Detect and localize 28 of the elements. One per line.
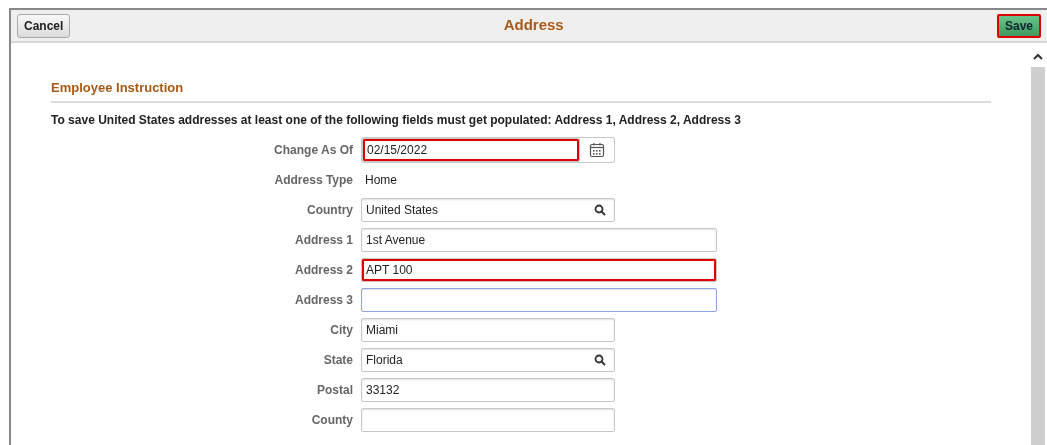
lookup-field[interactable]: Florida [361,348,615,372]
lookup-field[interactable]: United States [361,198,615,222]
calendar-icon[interactable] [589,142,605,158]
input-field[interactable]: Miami [361,318,615,342]
field-label: Address Type [274,172,353,189]
search-icon[interactable] [594,354,606,366]
input-field[interactable]: 1st Avenue [361,228,717,252]
field-label: City [330,322,353,339]
field-label: Address 2 [294,262,353,279]
field-label: State [323,352,353,369]
search-icon[interactable] [594,204,606,216]
field-label: County [311,412,353,429]
input-field[interactable]: APT 100 [361,258,717,282]
field-label: Address 1 [294,232,353,249]
input-field[interactable] [361,288,717,312]
input-field[interactable]: 33132 [361,378,615,402]
save-button[interactable]: Save [996,13,1041,38]
cancel-button[interactable]: Cancel [17,13,71,38]
dialog-title: Address [503,15,564,36]
field-label: Change As Of [274,142,353,159]
field-label: Address 3 [294,292,353,309]
field-label: Postal [317,382,353,399]
instruction-text: To save United States addresses at least one of the following fields must get populated: Address 1, Address 2, Address 3 [51,112,742,129]
section-heading: Employee Instruction [51,80,184,95]
field-label: Country [307,202,353,219]
date-field[interactable]: 02/15/2022 [362,138,580,162]
field-value: Home [364,172,398,189]
input-field[interactable] [361,408,615,432]
